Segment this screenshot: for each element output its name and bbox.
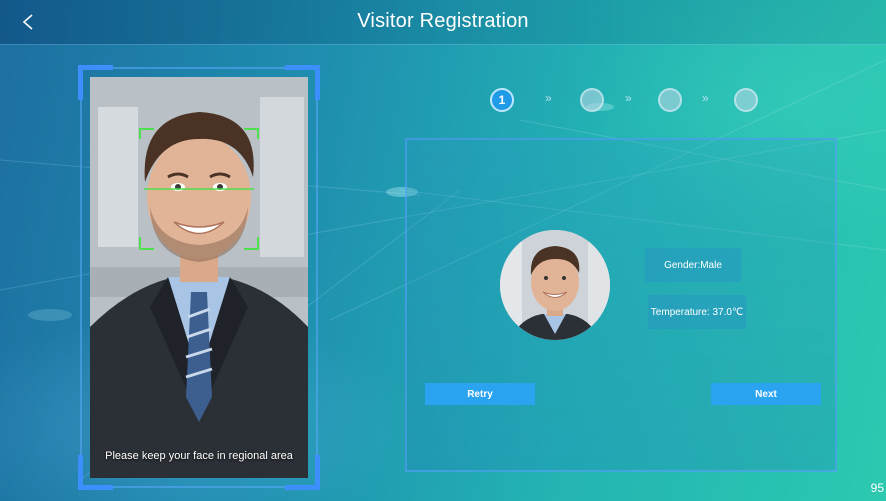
- step-4: [734, 88, 758, 112]
- step-2: [580, 88, 604, 112]
- face-position-hint: Please keep your face in regional area: [105, 450, 293, 462]
- temperature-field: Temperature: 37.0℃: [648, 295, 746, 329]
- step-separator-icon: »: [545, 91, 552, 105]
- retry-button[interactable]: Retry: [425, 383, 535, 405]
- camera-person-image: [90, 77, 308, 478]
- step-1: 1: [490, 88, 514, 112]
- step-3: [658, 88, 682, 112]
- page-number: 95: [870, 481, 884, 495]
- step-1-label: 1: [498, 93, 506, 107]
- captured-face-image: [500, 230, 610, 340]
- recognition-result-panel: Gender:Male Temperature: 37.0℃ Retry Nex…: [405, 138, 837, 472]
- step-indicator: 1 » » »: [490, 88, 770, 112]
- gender-field: Gender:Male: [645, 248, 741, 282]
- camera-preview-frame: Please keep your face in regional area: [78, 65, 320, 490]
- captured-face-avatar: [500, 230, 610, 340]
- step-separator-icon: »: [702, 91, 709, 105]
- next-button[interactable]: Next: [711, 383, 821, 405]
- camera-view: Please keep your face in regional area: [90, 77, 308, 478]
- header-bar: Visitor Registration: [0, 0, 886, 45]
- page-title: Visitor Registration: [357, 10, 529, 32]
- step-separator-icon: »: [625, 91, 632, 105]
